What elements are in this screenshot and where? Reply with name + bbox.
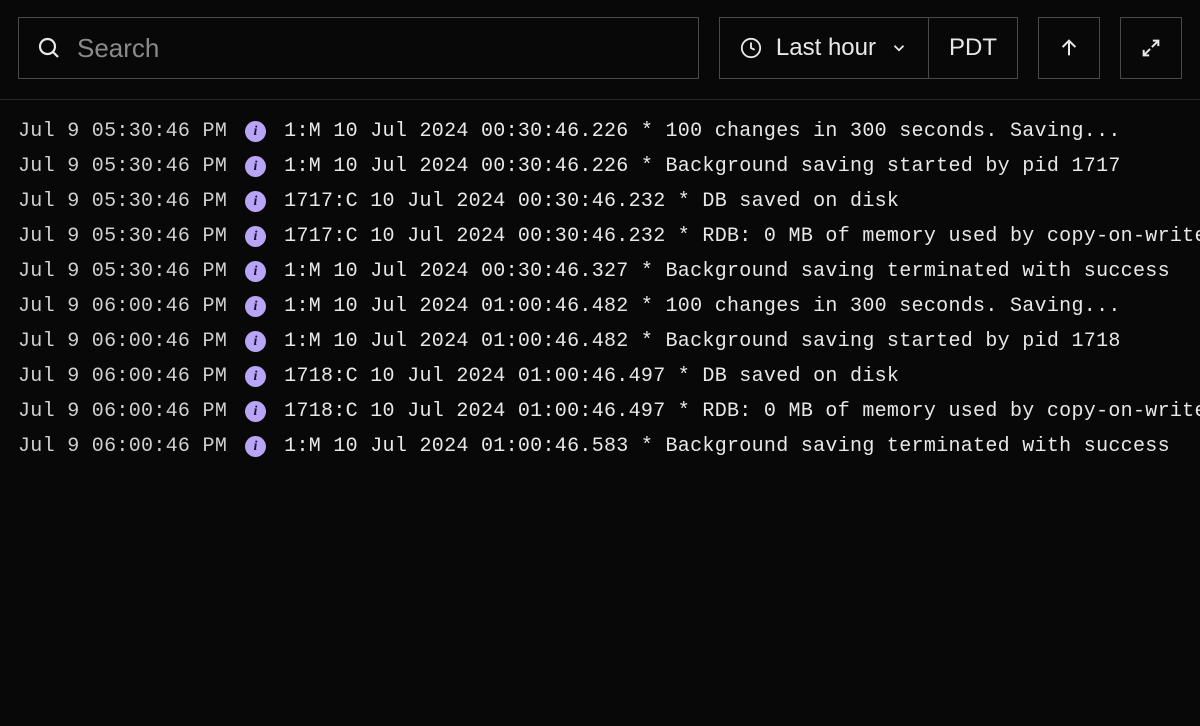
log-row: Jul 9 06:00:46 PM i 1:M 10 Jul 2024 01:00:… bbox=[18, 324, 1182, 359]
log-timestamp: Jul 9 06:00:46 PM bbox=[18, 332, 227, 352]
log-row: Jul 9 05:30:46 PMi1717:C 10 Jul 2024 00:… bbox=[18, 219, 1182, 254]
log-row: Jul 9 06:00:46 PMi1718:C 10 Jul 2024 01:… bbox=[18, 394, 1182, 429]
log-timestamp: Jul 9 05:30:46 PM bbox=[18, 262, 227, 282]
expand-button[interactable] bbox=[1120, 17, 1182, 79]
search-input[interactable] bbox=[77, 33, 680, 64]
info-icon: i bbox=[245, 401, 266, 422]
log-message: 1:M 10 Jul 2024 01:00:46.482 * 100 chang… bbox=[284, 297, 1182, 317]
log-timestamp: Jul 9 05:30:46 PM bbox=[18, 227, 227, 247]
log-message: 1718:C 10 Jul 2024 01:00:46.497 * DB sav… bbox=[284, 367, 1182, 387]
log-row: Jul 9 05:30:46 PM i 1:M 10 Jul 2024 00:30:… bbox=[18, 114, 1182, 149]
toolbar: Last hour PDT bbox=[0, 0, 1200, 100]
log-timestamp: Jul 9 06:00:46 PM bbox=[18, 437, 227, 457]
clock-icon bbox=[740, 37, 762, 59]
log-message: 1:M 10 Jul 2024 00:30:46.226 * Backgroun… bbox=[284, 157, 1182, 177]
log-row: Jul 9 06:00:46 PM i 1:M 10 Jul 2024 01:00:… bbox=[18, 289, 1182, 324]
info-icon: i bbox=[245, 261, 266, 282]
log-row: Jul 9 06:00:46 PM i 1718:C 10 Jul 2024 01:… bbox=[18, 359, 1182, 394]
info-icon: i bbox=[245, 331, 266, 352]
log-message: 1717:C 10 Jul 2024 00:30:46.232 * DB sav… bbox=[284, 192, 1182, 212]
info-icon: i bbox=[245, 296, 266, 317]
timezone-button[interactable]: PDT bbox=[929, 18, 1017, 78]
info-icon: i bbox=[245, 156, 266, 177]
time-range-button[interactable]: Last hour bbox=[720, 18, 928, 78]
log-timestamp: Jul 9 06:00:46 PM bbox=[18, 297, 227, 317]
log-timestamp: Jul 9 06:00:46 PM bbox=[18, 367, 227, 387]
info-icon: i bbox=[245, 436, 266, 457]
log-timestamp: Jul 9 05:30:46 PM bbox=[18, 122, 227, 142]
timezone-label: PDT bbox=[949, 34, 997, 62]
search-icon bbox=[37, 36, 61, 60]
log-message: 1:M 10 Jul 2024 00:30:46.327 * Backgroun… bbox=[284, 262, 1182, 282]
time-range-label: Last hour bbox=[776, 34, 876, 62]
log-message: 1:M 10 Jul 2024 01:00:46.583 * Backgroun… bbox=[284, 437, 1182, 457]
log-list: Jul 9 05:30:46 PM i 1:M 10 Jul 2024 00:30:… bbox=[0, 100, 1200, 478]
expand-icon bbox=[1140, 37, 1162, 59]
info-icon: i bbox=[245, 191, 266, 212]
chevron-down-icon bbox=[890, 39, 908, 57]
log-row: Jul 9 05:30:46 PM i 1:M 10 Jul 2024 00:30:… bbox=[18, 149, 1182, 184]
time-range-selector: Last hour PDT bbox=[719, 17, 1018, 79]
info-icon: i bbox=[245, 366, 266, 387]
arrow-up-icon bbox=[1058, 37, 1080, 59]
info-icon: i bbox=[245, 226, 266, 247]
info-icon: i bbox=[245, 121, 266, 142]
log-timestamp: Jul 9 05:30:46 PM bbox=[18, 157, 227, 177]
log-row: Jul 9 06:00:46 PM i 1:M 10 Jul 2024 01:00:… bbox=[18, 429, 1182, 464]
log-message: 1:M 10 Jul 2024 01:00:46.482 * Backgroun… bbox=[284, 332, 1182, 352]
scroll-top-button[interactable] bbox=[1038, 17, 1100, 79]
log-message: 1717:C 10 Jul 2024 00:30:46.232 * RDB: 0… bbox=[284, 227, 1200, 247]
log-row: Jul 9 05:30:46 PM i 1717:C 10 Jul 2024 00:… bbox=[18, 184, 1182, 219]
log-row: Jul 9 05:30:46 PM i 1:M 10 Jul 2024 00:30:… bbox=[18, 254, 1182, 289]
log-timestamp: Jul 9 06:00:46 PM bbox=[18, 402, 227, 422]
log-message: 1:M 10 Jul 2024 00:30:46.226 * 100 chang… bbox=[284, 122, 1182, 142]
log-timestamp: Jul 9 05:30:46 PM bbox=[18, 192, 227, 212]
log-message: 1718:C 10 Jul 2024 01:00:46.497 * RDB: 0… bbox=[284, 402, 1200, 422]
search-box[interactable] bbox=[18, 17, 699, 79]
